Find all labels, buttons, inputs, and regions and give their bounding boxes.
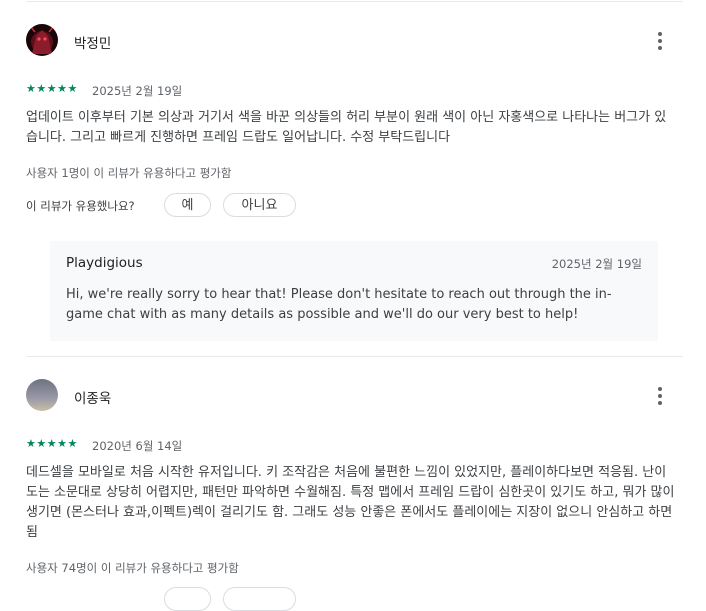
more-options-button[interactable] — [653, 31, 667, 51]
review-date: 2020년 6월 14일 — [92, 439, 183, 453]
developer-name: Playdigious — [66, 255, 143, 271]
helpful-question: 이 리뷰가 유용했나요? — [26, 199, 135, 213]
review-text: 업데이트 이후부터 기본 의상과 거기서 색을 바꾼 의상들의 허리 부분이 원… — [26, 110, 667, 145]
helpful-no-button-partial[interactable] — [223, 587, 296, 611]
review-divider — [26, 356, 683, 357]
author-name: 이종욱 — [74, 391, 112, 407]
helpful-no-button[interactable]: 아니요 — [223, 193, 296, 217]
reply-date: 2025년 2월 19일 — [551, 257, 642, 271]
author-name: 박정민 — [74, 36, 112, 52]
author-avatar — [26, 24, 58, 56]
more-vert-icon — [658, 387, 662, 391]
reply-text: Hi, we're really sorry to hear that! Ple… — [66, 287, 612, 322]
helpful-count: 사용자 74명이 이 리뷰가 유용하다고 평가함 — [26, 561, 239, 575]
more-vert-icon — [658, 32, 662, 36]
review-date: 2025년 2월 19일 — [92, 84, 183, 98]
gradient-circle-avatar-icon — [26, 379, 58, 411]
review-text: 데드셀을 모바일로 처음 시작한 유저입니다. 키 조작감은 처음에 불편한 느… — [26, 465, 675, 540]
helpful-yes-button-partial[interactable] — [164, 587, 211, 611]
more-options-button[interactable] — [653, 386, 667, 406]
dark-red-character-avatar-icon — [26, 24, 58, 56]
star-rating: ★★★★★ — [26, 437, 78, 450]
helpful-yes-button[interactable]: 예 — [164, 193, 211, 217]
review-card: 이종욱 ★★★★★ 2020년 6월 14일 데드셀을 모바일로 처음 시작한 … — [26, 379, 683, 611]
helpful-count: 사용자 1명이 이 리뷰가 유용하다고 평가함 — [26, 166, 232, 180]
review-divider — [26, 1, 683, 2]
developer-reply: Playdigious 2025년 2월 19일 Hi, we're reall… — [50, 241, 658, 341]
star-rating: ★★★★★ — [26, 82, 78, 95]
author-avatar — [26, 379, 58, 411]
